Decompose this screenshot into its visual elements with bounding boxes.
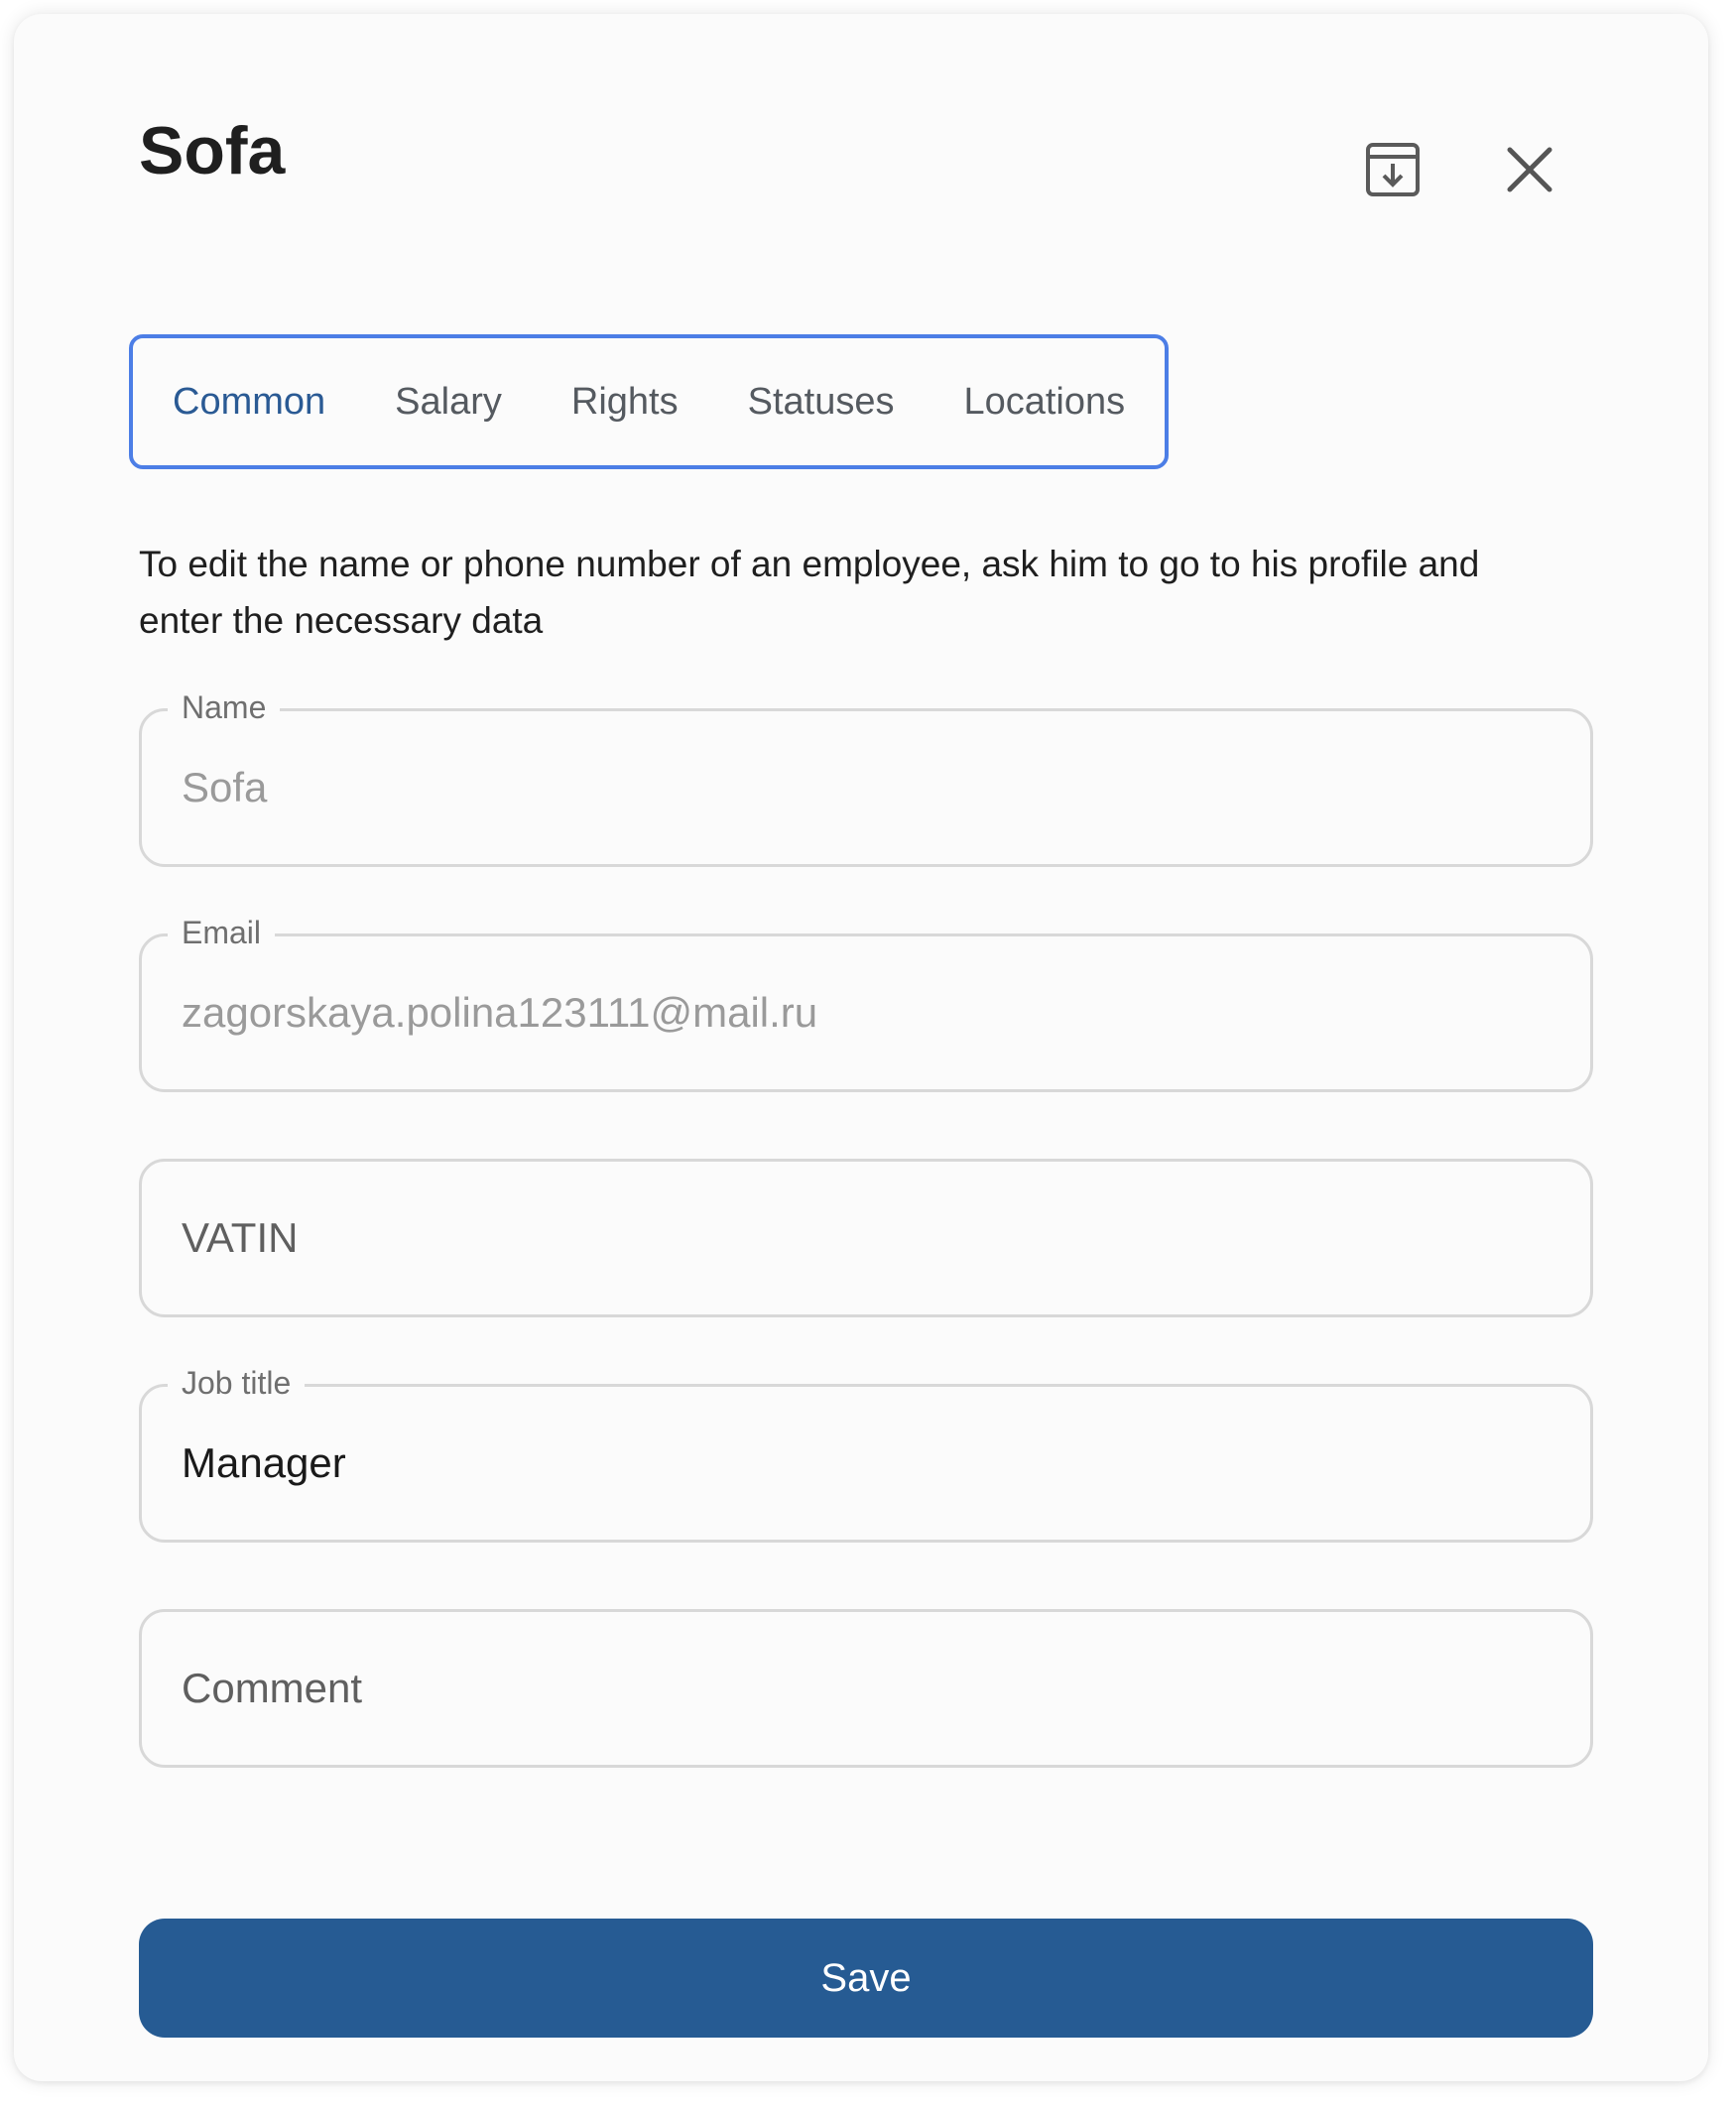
tab-common[interactable]: Common [173, 383, 325, 421]
comment-field[interactable]: Comment [139, 1609, 1593, 1768]
tab-salary[interactable]: Salary [395, 383, 502, 421]
job-title-field-value: Manager [182, 1438, 346, 1486]
tab-statuses[interactable]: Statuses [748, 383, 895, 421]
email-field[interactable]: Email zagorskaya.polina123111@mail.ru [139, 911, 1593, 1092]
email-field-label: Email [168, 911, 276, 954]
job-title-field[interactable]: Job title Manager [139, 1361, 1593, 1543]
save-button[interactable]: Save [139, 1919, 1593, 2038]
archive-button[interactable] [1353, 131, 1432, 210]
name-field-label: Name [168, 685, 281, 729]
vatin-field[interactable]: VATIN [139, 1159, 1593, 1317]
employee-dialog: Sofa Common Salary Rights Statuses Locat… [14, 14, 1708, 2081]
vatin-field-placeholder: VATIN [182, 1213, 299, 1261]
job-title-field-label: Job title [168, 1361, 306, 1405]
tab-locations[interactable]: Locations [963, 383, 1125, 421]
tab-bar: Common Salary Rights Statuses Locations [129, 334, 1169, 469]
edit-hint-text: To edit the name or phone number of an e… [139, 544, 1480, 641]
email-field-value: zagorskaya.polina123111@mail.ru [182, 988, 818, 1036]
close-icon [1506, 146, 1553, 196]
name-field[interactable]: Name Sofa [139, 685, 1593, 867]
name-field-value: Sofa [182, 763, 268, 810]
comment-field-placeholder: Comment [182, 1664, 363, 1711]
close-button[interactable] [1490, 131, 1569, 210]
dialog-title: Sofa [139, 113, 286, 188]
archive-download-icon [1365, 142, 1421, 200]
tab-rights[interactable]: Rights [571, 383, 679, 421]
